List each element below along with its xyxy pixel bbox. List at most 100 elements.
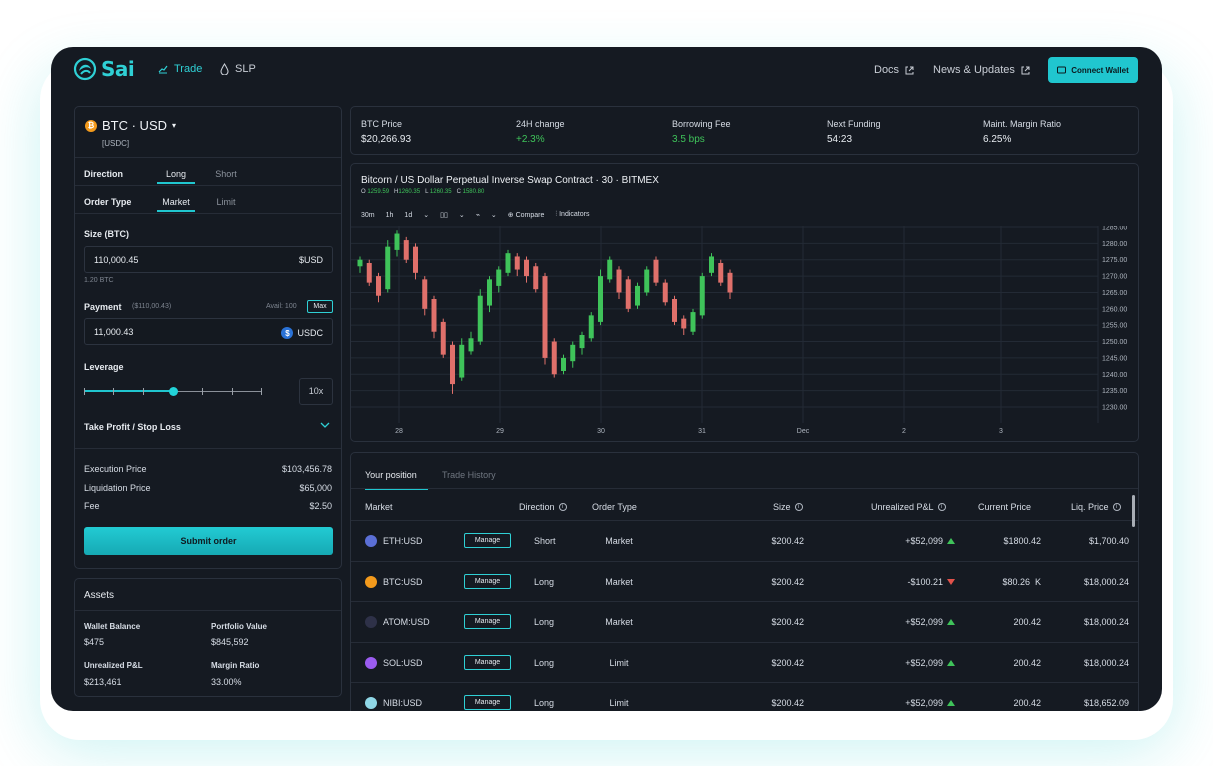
candle-body (533, 266, 539, 290)
y-tick-label: 1265.00 (1102, 290, 1127, 297)
nav-news-link[interactable]: News & Updates (933, 64, 1030, 76)
candles-icon[interactable]: ▯▯ (440, 211, 448, 219)
nav-docs-link[interactable]: Docs (874, 64, 914, 76)
interval-1h-button[interactable]: 1h (386, 212, 394, 219)
chevron-down-icon[interactable] (320, 422, 330, 429)
candle-body (625, 279, 631, 309)
stat-label: Next Funding (827, 119, 881, 129)
max-button[interactable]: Max (307, 300, 333, 313)
external-link-icon (1021, 66, 1030, 74)
size-cell: $200.42 (771, 657, 804, 668)
x-tick-label: 30 (597, 428, 605, 435)
manage-button[interactable]: Manage (464, 695, 511, 710)
info-icon[interactable]: i (794, 503, 803, 511)
candlestick-chart[interactable]: 1285.00 1280.00 1275.00 1270.00 1265.00 1260.… (351, 226, 1138, 441)
direction-tab-short[interactable]: Short (207, 169, 245, 179)
direction-cell: Short (534, 536, 556, 546)
liq-price-cell: $18,000.24 (1083, 617, 1129, 627)
size-cell: $200.42 (771, 536, 804, 546)
payment-note: ($110,00.43) (132, 303, 172, 310)
manage-button[interactable]: Manage (464, 573, 511, 589)
chevron-down-icon[interactable]: ⌄ (423, 211, 429, 219)
line-chart-icon[interactable]: ⌁ (476, 211, 480, 219)
interval-1d-button[interactable]: 1d (404, 212, 412, 219)
size-input[interactable]: 110,000.45 $USD (84, 246, 333, 273)
y-tick-label: 1245.00 (1102, 355, 1127, 362)
order-type-tab-limit[interactable]: Limit (207, 197, 245, 207)
nav-trade[interactable]: Trade (158, 63, 202, 75)
pair-selector[interactable]: ₿ BTC · USD ▾ (85, 118, 176, 133)
compare-button[interactable]: ⊕ Compare (508, 211, 545, 219)
direction-cell: Long (534, 657, 555, 668)
margin-ratio-label: Margin Ratio (211, 661, 260, 670)
market-cell: ATOM:USD (383, 617, 430, 627)
leverage-label: Leverage (84, 362, 124, 372)
chevron-down-icon[interactable]: ⌄ (491, 211, 497, 219)
manage-button[interactable]: Manage (464, 533, 511, 548)
execution-price-value: $103,456.78 (281, 464, 332, 474)
x-tick-label: 28 (395, 428, 403, 435)
scrollbar-thumb[interactable] (1132, 495, 1135, 527)
interval-30m-button[interactable]: 30m (361, 212, 375, 219)
x-tick-label: 3 (999, 428, 1003, 435)
ohlc-l-label: L (425, 189, 429, 195)
info-icon[interactable]: i (1112, 503, 1121, 511)
order-type-tab-market[interactable]: Market (157, 197, 195, 212)
leverage-input[interactable]: 10x (299, 378, 333, 405)
candle-body (524, 259, 529, 277)
available-balance: Avail: 100 (266, 303, 297, 310)
chart-toolbar: 30m 1h 1d ⌄ ▯▯ ⌄ ⌁ ⌄ ⊕ Compare ⫶ Indicat… (361, 211, 589, 219)
sai-logo-icon (73, 57, 97, 81)
submit-order-button[interactable]: Submit order (84, 527, 333, 555)
margin-ratio-value: 33.00% (211, 677, 242, 687)
tab-trade-history[interactable]: Trade History (442, 470, 496, 480)
payment-input[interactable]: 11,000.43 $ USDC (84, 318, 333, 345)
indicators-button[interactable]: ⫶ Indicators (555, 211, 589, 219)
nav-news-label: News & Updates (933, 64, 1015, 76)
y-tick-label: 1250.00 (1102, 339, 1127, 346)
size-input-value: 110,000.45 (94, 255, 139, 265)
direction-cell: Long (534, 698, 555, 708)
logo[interactable]: Sai (73, 57, 135, 81)
size-unit[interactable]: $USD (299, 255, 323, 265)
stat-label: Maint. Margin Ratio (983, 119, 1062, 129)
connect-wallet-button[interactable]: Connect Wallet (1048, 57, 1138, 83)
chevron-down-icon: ▾ (172, 121, 177, 130)
row-divider (351, 641, 1138, 643)
ohlc-h-value: 1260.35 (398, 189, 421, 195)
assets-title: Assets (84, 590, 115, 601)
info-icon[interactable]: i (937, 503, 946, 511)
x-tick-label: Dec (797, 428, 810, 435)
candle-body (681, 318, 687, 329)
market-cell: SOL:USD (383, 657, 423, 668)
stat-value: 6.25% (983, 134, 1012, 145)
header-label: Unrealized P&L (871, 502, 934, 512)
stat-value: $20,266.93 (361, 134, 412, 145)
chevron-down-icon[interactable]: ⌄ (459, 211, 465, 219)
manage-button[interactable]: Manage (464, 654, 511, 670)
wallet-balance-label: Wallet Balance (84, 622, 141, 631)
pnl-value: +$52,099 (905, 617, 943, 627)
tab-your-position[interactable]: Your position (365, 470, 428, 490)
candle-body (394, 233, 400, 250)
candle-body (570, 344, 576, 362)
liq-price-cell: $18,652.09 (1083, 698, 1129, 708)
nav-trade-label: Trade (174, 63, 203, 75)
ohlc-c-value: 1580.80 (462, 189, 485, 195)
leverage-slider-handle[interactable] (168, 387, 178, 396)
direction-tab-long[interactable]: Long (157, 169, 195, 184)
column-header-unrealized-pnl: Unrealized P&L i (871, 502, 946, 512)
payment-token[interactable]: $ USDC (281, 327, 323, 339)
nav-slp[interactable]: SLP (220, 63, 256, 75)
header-label: Order Type (592, 502, 637, 512)
candle-body (561, 357, 566, 371)
column-header-liq-price: Liq. Price i (1071, 502, 1121, 512)
info-icon[interactable]: i (558, 503, 567, 511)
row-divider (351, 601, 1138, 602)
candle-body (579, 335, 585, 349)
tpsl-label[interactable]: Take Profit / Stop Loss (84, 422, 181, 432)
manage-button[interactable]: Manage (464, 614, 511, 629)
droplet-icon (220, 63, 229, 75)
order-type-cell: Market (605, 576, 633, 587)
price-chart-panel[interactable]: Bitcorn / US Dollar Perpetual Inverse Sw… (350, 163, 1139, 442)
